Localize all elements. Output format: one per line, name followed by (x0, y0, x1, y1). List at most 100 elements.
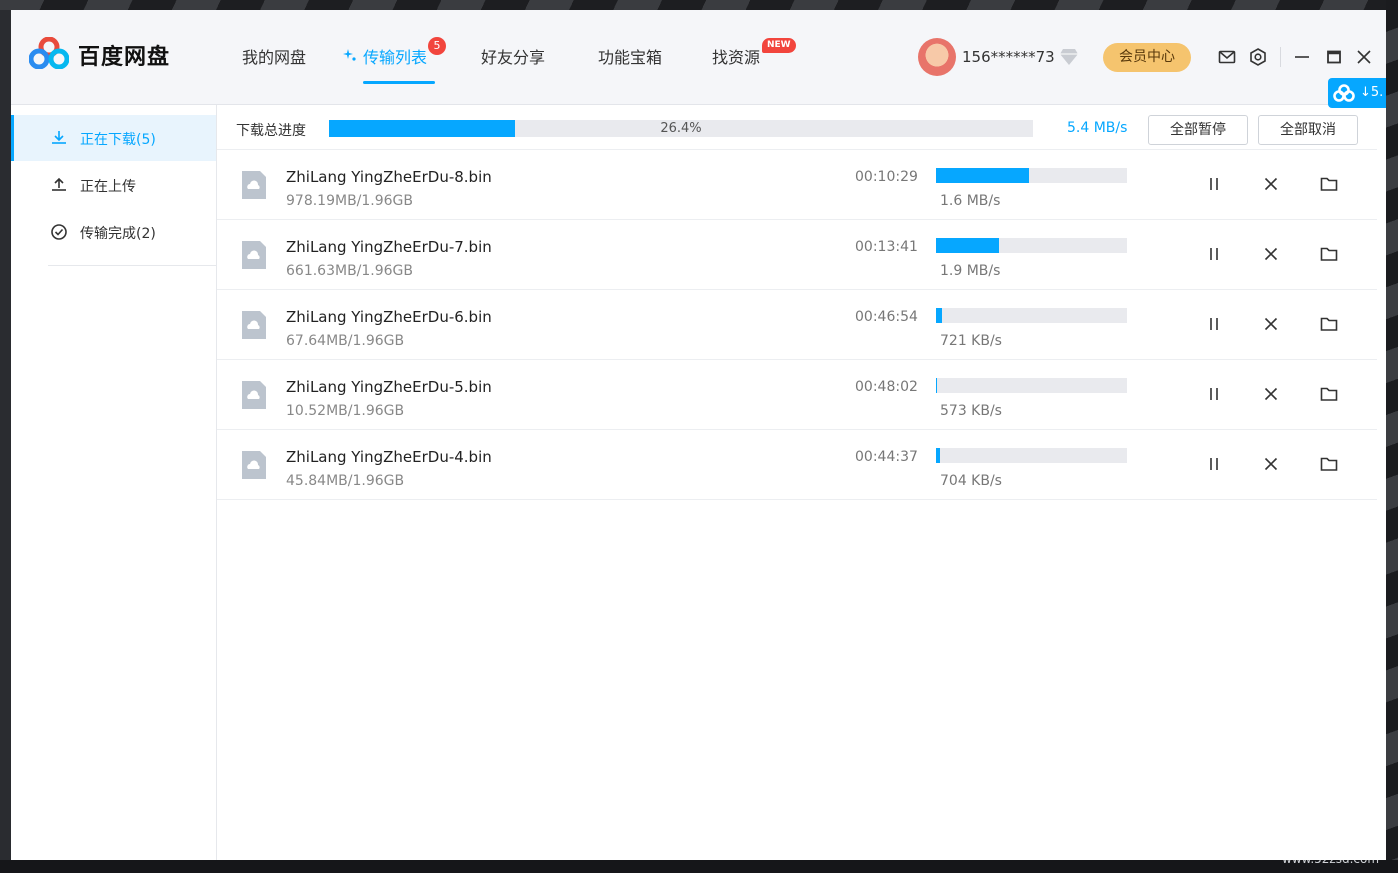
download-row[interactable]: ZhiLang YingZheErDu-7.bin 661.63MB/1.96G… (217, 219, 1377, 290)
app-window: 百度网盘 我的网盘 传输列表 5 好友分享 功能宝箱 找资源 NEW 156**… (11, 10, 1386, 860)
download-speed: 1.9 MB/s (940, 263, 1001, 279)
app-title: 百度网盘 (78, 45, 171, 70)
list-end-divider (217, 499, 1377, 500)
file-progress-fill (936, 168, 1030, 183)
file-icon (242, 241, 266, 269)
total-speed: 5.4 MB/s (1067, 120, 1128, 136)
file-name: ZhiLang YingZheErDu-5.bin (286, 378, 492, 396)
transfer-panel: 下载总进度 26.4% 5.4 MB/s 全部暂停 全部取消 ZhiLang Y… (217, 105, 1386, 860)
check-circle-icon (51, 224, 67, 240)
new-badge: NEW (762, 38, 796, 53)
top-bar: 百度网盘 我的网盘 传输列表 5 好友分享 功能宝箱 找资源 NEW 156**… (11, 10, 1386, 105)
close-icon[interactable] (1261, 384, 1281, 404)
time-remaining: 00:44:37 (855, 449, 918, 465)
transfer-count-badge: 5 (428, 37, 446, 55)
time-remaining: 00:13:41 (855, 239, 918, 255)
active-tab-indicator (363, 81, 435, 84)
file-progress-bar (936, 168, 1127, 183)
file-size: 10.52MB/1.96GB (286, 403, 405, 419)
floating-speed-widget[interactable]: ↓5. (1328, 78, 1386, 108)
sidebar-item-uploading[interactable]: 正在上传 (11, 162, 216, 208)
sidebar: 正在下载(5) 正在上传 传输完成(2) (11, 105, 217, 860)
file-progress-fill (936, 378, 937, 393)
sidebar-item-label: 正在下载(5) (80, 132, 156, 148)
download-row[interactable]: ZhiLang YingZheErDu-8.bin 978.19MB/1.96G… (217, 149, 1377, 220)
time-remaining: 00:10:29 (855, 169, 918, 185)
folder-icon[interactable] (1319, 314, 1339, 334)
file-progress-fill (936, 448, 941, 463)
folder-icon[interactable] (1319, 244, 1339, 264)
file-size: 978.19MB/1.96GB (286, 193, 414, 209)
download-speed: 1.6 MB/s (940, 193, 1001, 209)
file-size: 45.84MB/1.96GB (286, 473, 405, 489)
download-speed: 721 KB/s (940, 333, 1002, 349)
total-progress-label: 下载总进度 (236, 123, 306, 139)
pause-icon[interactable] (1204, 314, 1224, 334)
close-icon[interactable] (1261, 454, 1281, 474)
vip-center-button[interactable]: 会员中心 (1103, 43, 1191, 72)
close-icon[interactable] (1261, 314, 1281, 334)
total-progress-bar: 26.4% (329, 120, 1033, 137)
download-speed: 573 KB/s (940, 403, 1002, 419)
file-icon (242, 451, 266, 479)
sidebar-item-completed[interactable]: 传输完成(2) (11, 209, 216, 255)
close-icon[interactable] (1261, 174, 1281, 194)
tab-transfer-list[interactable]: 传输列表 (363, 44, 427, 68)
tab-find-resources[interactable]: 找资源 (712, 44, 760, 68)
cloud-logo-icon (1333, 84, 1355, 102)
file-progress-bar (936, 378, 1127, 393)
desktop-background-top (0, 0, 1398, 10)
folder-icon[interactable] (1319, 174, 1339, 194)
diamond-icon[interactable] (1059, 48, 1079, 66)
download-row[interactable]: ZhiLang YingZheErDu-6.bin 67.64MB/1.96GB… (217, 289, 1377, 360)
upload-icon (52, 177, 66, 191)
sidebar-item-downloading[interactable]: 正在下载(5) (11, 115, 216, 161)
download-row[interactable]: ZhiLang YingZheErDu-5.bin 10.52MB/1.96GB… (217, 359, 1377, 430)
pause-icon[interactable] (1204, 454, 1224, 474)
folder-icon[interactable] (1319, 384, 1339, 404)
sidebar-item-label: 正在上传 (80, 179, 136, 195)
file-progress-bar (936, 308, 1127, 323)
app-logo-icon (29, 37, 69, 69)
pause-icon[interactable] (1204, 384, 1224, 404)
download-icon (52, 131, 66, 144)
settings-icon[interactable] (1248, 47, 1268, 67)
file-progress-bar (936, 238, 1127, 253)
file-progress-bar (936, 448, 1127, 463)
floating-speed-text: ↓5. (1360, 85, 1384, 100)
tab-my-disk[interactable]: 我的网盘 (242, 44, 306, 68)
desktop-background-bottom (0, 860, 1398, 873)
close-icon[interactable] (1261, 244, 1281, 264)
file-size: 67.64MB/1.96GB (286, 333, 405, 349)
total-progress-percent: 26.4% (660, 121, 702, 136)
file-progress-fill (936, 308, 943, 323)
download-row[interactable]: ZhiLang YingZheErDu-4.bin 45.84MB/1.96GB… (217, 429, 1377, 500)
file-size: 661.63MB/1.96GB (286, 263, 414, 279)
pause-icon[interactable] (1204, 244, 1224, 264)
window-close-icon[interactable] (1354, 47, 1374, 67)
file-icon (242, 381, 266, 409)
sidebar-item-label: 传输完成(2) (80, 226, 156, 242)
maximize-icon[interactable] (1324, 47, 1344, 67)
file-name: ZhiLang YingZheErDu-6.bin (286, 308, 492, 326)
mail-icon[interactable] (1217, 47, 1237, 67)
folder-icon[interactable] (1319, 454, 1339, 474)
file-icon (242, 311, 266, 339)
file-name: ZhiLang YingZheErDu-7.bin (286, 238, 492, 256)
sidebar-divider (48, 265, 216, 266)
avatar[interactable] (918, 38, 956, 76)
time-remaining: 00:48:02 (855, 379, 918, 395)
sparkle-icon (343, 49, 356, 61)
tab-toolbox[interactable]: 功能宝箱 (598, 44, 662, 68)
file-progress-fill (936, 238, 1000, 253)
toolbar-divider (1280, 47, 1281, 67)
pause-icon[interactable] (1204, 174, 1224, 194)
file-name: ZhiLang YingZheErDu-4.bin (286, 448, 492, 466)
cancel-all-button[interactable]: 全部取消 (1258, 115, 1358, 145)
desktop-background-right (1386, 0, 1398, 873)
file-icon (242, 171, 266, 199)
minimize-icon[interactable] (1292, 47, 1312, 67)
username[interactable]: 156******73 (962, 48, 1055, 66)
tab-friend-share[interactable]: 好友分享 (481, 44, 545, 68)
pause-all-button[interactable]: 全部暂停 (1148, 115, 1248, 145)
